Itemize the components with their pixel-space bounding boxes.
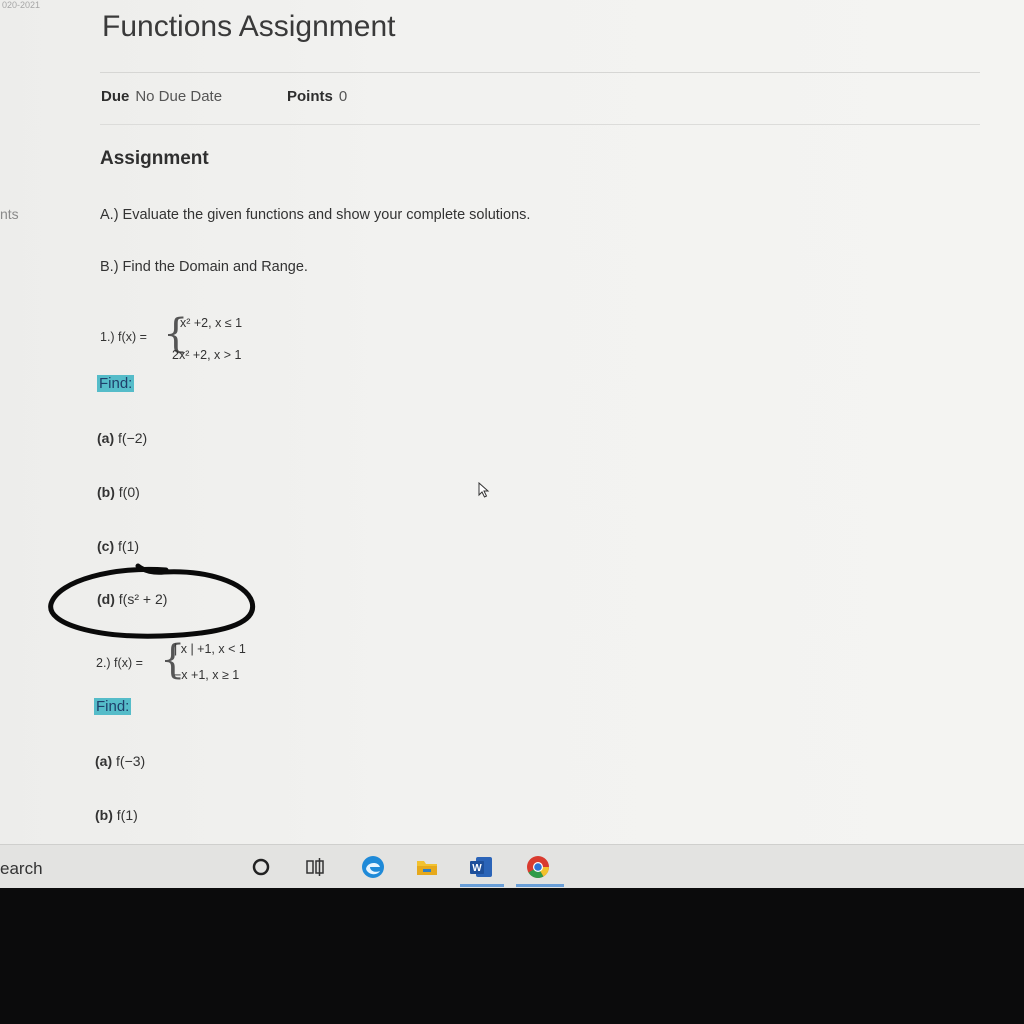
problem-2-case-1: | x | +1, x < 1 bbox=[174, 642, 246, 656]
meta-divider bbox=[100, 124, 980, 125]
taskbar-search[interactable]: earch bbox=[0, 859, 43, 879]
page-title: Functions Assignment bbox=[102, 10, 396, 43]
taskbar: earch W bbox=[0, 844, 1024, 888]
monitor-bezel bbox=[0, 888, 1024, 1024]
problem-1-find: Find: bbox=[97, 375, 135, 392]
due-label: Due bbox=[101, 88, 130, 105]
points-value: 0 bbox=[338, 88, 348, 105]
problem-1-item-b: (b) f(0) bbox=[97, 484, 140, 500]
points-meta: Points 0 bbox=[287, 88, 347, 105]
side-nav-fragment[interactable]: nts bbox=[0, 206, 19, 222]
task-view-icon[interactable] bbox=[298, 851, 332, 883]
problem-1-item-c: (c) f(1) bbox=[97, 538, 140, 554]
due-value: No Due Date bbox=[135, 88, 223, 105]
problem-2-case-2: −x +1, x ≥ 1 bbox=[174, 668, 240, 682]
breadcrumb[interactable]: 020-2021 bbox=[2, 0, 40, 10]
file-explorer-icon[interactable] bbox=[410, 851, 444, 883]
chrome-active-indicator bbox=[516, 884, 564, 887]
mouse-pointer-icon bbox=[478, 482, 490, 498]
problem-1-definition: 1.) f(x) = { x² +2, x ≤ 1 2x² +2, x > 1 bbox=[100, 310, 320, 370]
svg-text:W: W bbox=[472, 863, 482, 874]
hand-drawn-circle bbox=[48, 563, 256, 639]
edge-icon[interactable] bbox=[356, 851, 390, 883]
instruction-b: B.) Find the Domain and Range. bbox=[100, 259, 308, 275]
word-active-indicator bbox=[460, 884, 504, 887]
problem-1-case-2: 2x² +2, x > 1 bbox=[172, 348, 242, 362]
problem-2-find: Find: bbox=[94, 698, 132, 715]
problem-2-label: 2.) f(x) = bbox=[96, 656, 143, 670]
problem-1-item-a: (a) f(−2) bbox=[97, 430, 148, 446]
problem-1-label: 1.) f(x) = bbox=[100, 330, 147, 344]
screen: 020-2021 nts Functions Assignment Due No … bbox=[0, 0, 1024, 888]
instruction-a: A.) Evaluate the given functions and sho… bbox=[100, 207, 531, 223]
problem-2-item-a: (a) f(−3) bbox=[95, 753, 146, 769]
points-label: Points bbox=[287, 88, 333, 105]
chrome-icon[interactable] bbox=[521, 851, 555, 883]
problem-2-definition: 2.) f(x) = { | x | +1, x < 1 −x +1, x ≥ … bbox=[96, 636, 316, 696]
problem-2-item-b: (b) f(1) bbox=[95, 807, 138, 823]
title-divider bbox=[100, 72, 980, 73]
assignment-heading: Assignment bbox=[100, 148, 209, 169]
cortana-icon[interactable] bbox=[244, 851, 278, 883]
due-meta: Due No Due Date bbox=[101, 88, 222, 105]
word-icon[interactable]: W bbox=[464, 851, 498, 883]
problem-1-case-1: x² +2, x ≤ 1 bbox=[180, 316, 243, 330]
